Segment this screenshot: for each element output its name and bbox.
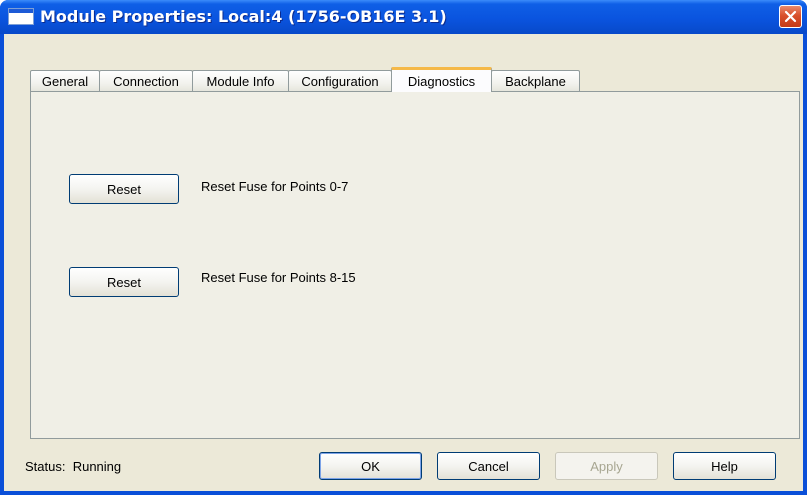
status-caption: Status: <box>25 459 66 474</box>
reset-fuse-0-7-button[interactable]: Reset <box>69 174 179 204</box>
diagnostics-panel: Reset Reset Fuse for Points 0-7 Reset Re… <box>30 91 800 439</box>
status-label: Status: Running <box>25 459 121 474</box>
title-bar[interactable]: Module Properties: Local:4 (1756-OB16E 3… <box>0 0 807 34</box>
dialog-client-area: General Connection Module Info Configura… <box>4 34 803 491</box>
window-title: Module Properties: Local:4 (1756-OB16E 3… <box>40 7 447 26</box>
reset-fuse-8-15-label: Reset Fuse for Points 8-15 <box>201 270 356 285</box>
button-label: Reset <box>107 274 141 290</box>
button-label: Reset <box>107 181 141 197</box>
status-value: Running <box>72 459 122 474</box>
tab-connection[interactable]: Connection <box>99 70 193 91</box>
tab-label: General <box>41 73 89 89</box>
button-label: Cancel <box>468 458 509 474</box>
apply-button[interactable]: Apply <box>555 452 658 480</box>
button-label: OK <box>361 458 380 474</box>
tab-module-info[interactable]: Module Info <box>192 70 289 91</box>
tab-general[interactable]: General <box>30 70 100 91</box>
reset-fuse-0-7-label: Reset Fuse for Points 0-7 <box>201 179 349 194</box>
close-x-icon <box>784 10 797 23</box>
cancel-button[interactable]: Cancel <box>437 452 540 480</box>
button-label: Help <box>711 458 738 474</box>
reset-fuse-8-15-button[interactable]: Reset <box>69 267 179 297</box>
tab-label: Connection <box>113 73 179 89</box>
module-properties-window: Module Properties: Local:4 (1756-OB16E 3… <box>0 0 807 495</box>
window-icon <box>8 8 34 25</box>
tab-backplane[interactable]: Backplane <box>491 70 580 91</box>
help-button[interactable]: Help <box>673 452 776 480</box>
tab-label: Module Info <box>206 73 275 89</box>
button-label: Apply <box>590 458 623 474</box>
tab-diagnostics[interactable]: Diagnostics <box>391 67 492 92</box>
tab-label: Backplane <box>505 73 566 89</box>
ok-button[interactable]: OK <box>319 452 422 480</box>
tab-label: Diagnostics <box>407 73 476 89</box>
tab-configuration[interactable]: Configuration <box>288 70 392 91</box>
tab-label: Configuration <box>301 73 379 89</box>
close-button[interactable] <box>779 5 802 28</box>
